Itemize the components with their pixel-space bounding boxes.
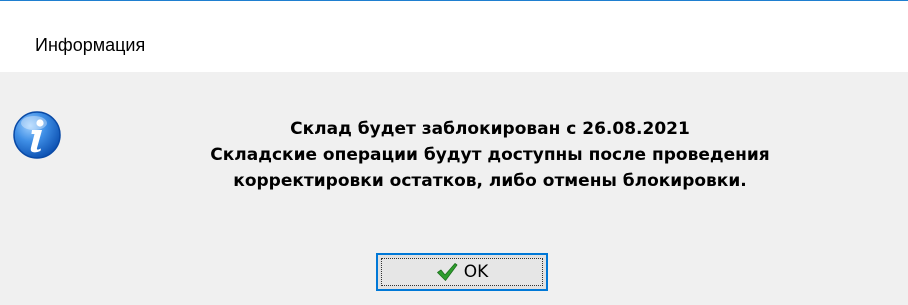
- message-line: корректировки остатков, либо отмены блок…: [233, 171, 747, 191]
- message-line: Складские операции будут доступны после …: [210, 145, 770, 165]
- dialog-title: Информация: [35, 35, 146, 55]
- ok-button-focus-rect: OK: [381, 258, 543, 286]
- titlebar[interactable]: Информация: [0, 1, 908, 71]
- dialog-window: Информация Склад будет заблокирован с 26…: [0, 0, 908, 305]
- info-icon: [13, 111, 61, 159]
- message-text: Склад будет заблокирован с 26.08.2021 Ск…: [90, 116, 890, 194]
- ok-button-label: OK: [463, 262, 489, 282]
- ok-button[interactable]: OK: [376, 253, 548, 291]
- checkmark-icon: [436, 263, 458, 281]
- message-line: Склад будет заблокирован с 26.08.2021: [290, 119, 690, 139]
